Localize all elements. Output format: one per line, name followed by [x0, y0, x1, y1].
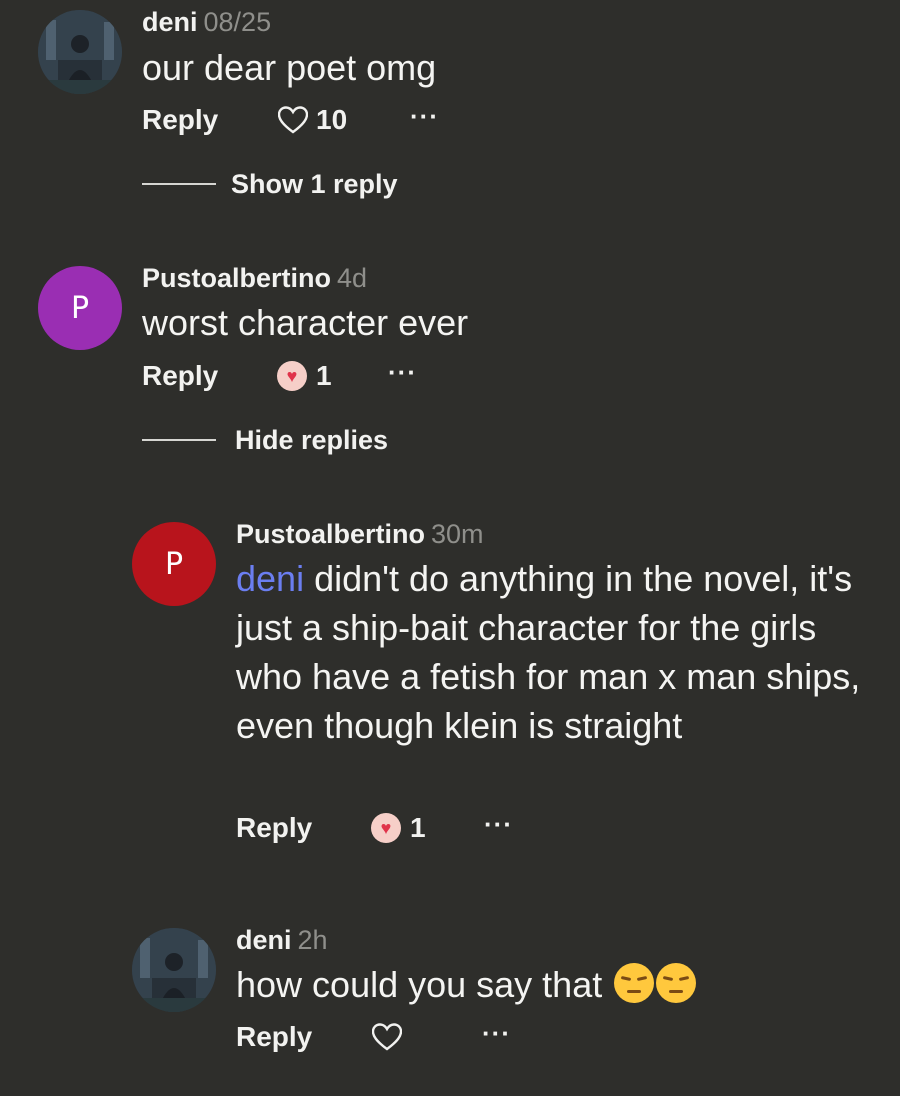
avatar-image [132, 928, 216, 1012]
avatar[interactable]: P [38, 266, 122, 350]
more-options-icon[interactable]: ··· [482, 1013, 511, 1053]
pensive-face-emoji [614, 963, 655, 1003]
like-count: 1 [316, 360, 332, 391]
show-replies-label[interactable]: Show 1 reply [231, 166, 398, 202]
timestamp: 2h [297, 925, 328, 955]
reply-deni: deni 2h how could you say that Reply ··· [0, 918, 900, 1088]
show-replies-toggle[interactable]: Show 1 reply [142, 166, 442, 202]
avatar[interactable] [38, 10, 122, 94]
avatar[interactable] [132, 928, 216, 1012]
heart-face-emoji[interactable]: ♥ [371, 813, 401, 843]
reply-header: deni 2h [236, 924, 328, 956]
reply-header: Pustoalbertino 30m [236, 518, 484, 550]
comment-header: deni 08/25 [142, 6, 271, 38]
avatar-letter: P [70, 290, 90, 326]
timestamp: 4d [337, 263, 368, 293]
more-options-icon[interactable]: ··· [388, 352, 417, 392]
divider [142, 183, 216, 185]
comment-text: worst character ever [142, 302, 469, 343]
hide-replies-toggle[interactable]: Hide replies [142, 422, 442, 458]
like-count: 10 [316, 104, 348, 135]
username[interactable]: Pustoalbertino [142, 263, 331, 293]
username[interactable]: Pustoalbertino [236, 519, 425, 549]
reply-button[interactable]: Reply [142, 356, 218, 396]
comment-header: Pustoalbertino 4d [142, 262, 367, 294]
timestamp: 30m [431, 519, 484, 549]
more-options-icon[interactable]: ··· [410, 96, 439, 136]
comment-pustoalbertino: P Pustoalbertino 4d worst character ever … [0, 252, 900, 462]
hide-replies-label[interactable]: Hide replies [235, 422, 388, 458]
reply-text: how could you say that [236, 960, 876, 1009]
heart-outline-icon[interactable] [372, 1023, 402, 1051]
avatar-image [38, 10, 122, 94]
more-options-icon[interactable]: ··· [484, 804, 513, 844]
reply-text-content: didn't do anything in the novel, it's ju… [236, 558, 861, 746]
reply-pustoalbertino: P Pustoalbertino 30m deni didn't do anyth… [0, 510, 900, 860]
reply-text: deni didn't do anything in the novel, it… [236, 554, 876, 750]
reply-actions: Reply ♥ 1 ··· [236, 808, 636, 848]
avatar[interactable]: P [132, 522, 216, 606]
username[interactable]: deni [236, 925, 292, 955]
divider [142, 439, 216, 441]
comment-deni: deni 08/25 our dear poet omg Reply 10 ···… [0, 0, 900, 210]
reply-actions: Reply ··· [236, 1017, 636, 1057]
heart-outline-icon[interactable] [278, 106, 308, 134]
heart-face-emoji[interactable]: ♥ [277, 361, 307, 391]
reply-button[interactable]: Reply [236, 1017, 312, 1057]
avatar-letter: P [164, 546, 184, 582]
comment-actions: Reply ♥ 1 ··· [142, 356, 542, 396]
timestamp: 08/25 [203, 7, 272, 37]
reply-button[interactable]: Reply [142, 100, 218, 140]
mention-link[interactable]: deni [236, 558, 304, 599]
reply-text-content: how could you say that [236, 964, 613, 1005]
pensive-face-emoji [656, 963, 697, 1003]
comment-actions: Reply 10 ··· [142, 100, 542, 140]
comment-text: our dear poet omg [142, 47, 437, 88]
username[interactable]: deni [142, 7, 198, 37]
like-count: 1 [410, 812, 426, 843]
reply-button[interactable]: Reply [236, 808, 312, 848]
